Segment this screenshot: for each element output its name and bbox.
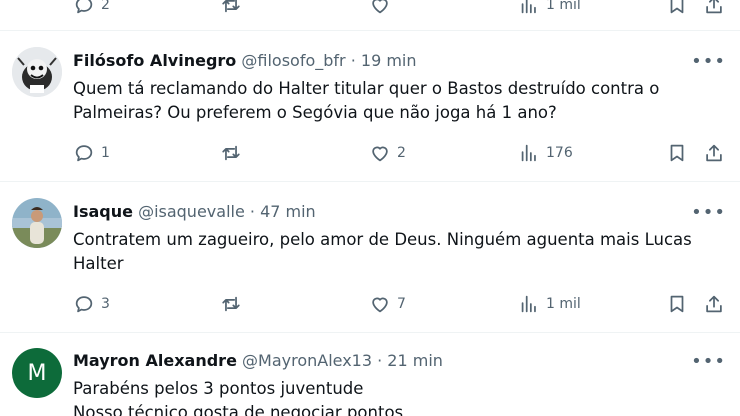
share-button[interactable] bbox=[703, 293, 725, 315]
share-icon bbox=[706, 0, 722, 14]
post[interactable]: M Mayron Alexandre @MayronAlex13 · 21 mi… bbox=[0, 333, 740, 416]
views-button[interactable]: 176 bbox=[518, 142, 573, 164]
views-count: 1 mil bbox=[546, 0, 581, 13]
share-button[interactable] bbox=[703, 0, 725, 16]
reply-count: 1 bbox=[101, 145, 110, 161]
author-handle[interactable]: @filosofo_bfr bbox=[241, 51, 345, 70]
post-header: Filósofo Alvinegro @filosofo_bfr · 19 mi… bbox=[73, 51, 417, 71]
post-time[interactable]: · 47 min bbox=[250, 202, 316, 221]
post-actions: 3 7 1 mil bbox=[73, 293, 733, 315]
repost-button[interactable] bbox=[220, 0, 242, 16]
author-name[interactable]: Mayron Alexandre bbox=[73, 351, 237, 370]
bookmark-button[interactable] bbox=[666, 0, 688, 16]
like-count: 7 bbox=[397, 296, 406, 312]
repost-icon bbox=[222, 296, 240, 312]
avatar[interactable] bbox=[12, 198, 62, 248]
post-text: Quem tá reclamando do Halter titular que… bbox=[73, 79, 660, 122]
more-options-icon[interactable]: ••• bbox=[691, 53, 726, 71]
bookmark-icon bbox=[670, 144, 684, 162]
views-icon bbox=[521, 0, 536, 14]
post-text: Parabéns pelos 3 pontos juventude Nosso … bbox=[73, 377, 713, 416]
post-text-line: Parabéns pelos 3 pontos juventude bbox=[73, 379, 364, 398]
more-options-icon[interactable]: ••• bbox=[691, 204, 726, 222]
author-handle[interactable]: @MayronAlex13 bbox=[242, 351, 372, 370]
author-handle[interactable]: @isaquevalle bbox=[138, 202, 245, 221]
repost-icon bbox=[222, 0, 240, 13]
more-options-icon[interactable]: ••• bbox=[691, 353, 726, 371]
bookmark-button[interactable] bbox=[666, 142, 688, 164]
views-button[interactable]: 1 mil bbox=[518, 0, 581, 16]
bookmark-icon bbox=[670, 295, 684, 313]
reply-icon bbox=[75, 296, 93, 313]
post[interactable]: Filósofo Alvinegro @filosofo_bfr · 19 mi… bbox=[0, 31, 740, 182]
post[interactable]: Isaque @isaquevalle · 47 min ••• Contrat… bbox=[0, 182, 740, 333]
like-icon bbox=[372, 0, 388, 14]
avatar[interactable] bbox=[12, 47, 62, 97]
repost-button[interactable] bbox=[220, 293, 242, 315]
bookmark-button[interactable] bbox=[666, 293, 688, 315]
reply-button[interactable]: 3 bbox=[73, 293, 110, 315]
post-header: Mayron Alexandre @MayronAlex13 · 21 min bbox=[73, 351, 443, 371]
views-count: 1 mil bbox=[546, 296, 581, 312]
post-header: Isaque @isaquevalle · 47 min bbox=[73, 202, 316, 222]
repost-icon bbox=[222, 145, 240, 161]
repost-button[interactable] bbox=[220, 142, 242, 164]
reply-count: 2 bbox=[101, 0, 110, 13]
like-icon bbox=[372, 297, 388, 313]
like-count: 2 bbox=[397, 145, 406, 161]
avatar[interactable]: M bbox=[12, 348, 62, 398]
author-name[interactable]: Isaque bbox=[73, 202, 133, 221]
like-button[interactable] bbox=[369, 0, 391, 16]
reply-icon bbox=[75, 0, 93, 14]
post-text-line: Nosso técnico gosta de negociar pontos bbox=[73, 403, 404, 416]
like-button[interactable]: 7 bbox=[369, 293, 406, 315]
views-count: 176 bbox=[546, 145, 573, 161]
bookmark-icon bbox=[670, 0, 684, 14]
share-button[interactable] bbox=[703, 142, 725, 164]
avatar-letter: M bbox=[27, 360, 47, 386]
post-time[interactable]: · 21 min bbox=[377, 351, 443, 370]
author-name[interactable]: Filósofo Alvinegro bbox=[73, 51, 236, 70]
views-icon bbox=[521, 144, 536, 162]
reply-button[interactable]: 1 bbox=[73, 142, 110, 164]
like-icon bbox=[372, 146, 388, 162]
post-actions: 2 1 mil bbox=[73, 0, 733, 16]
reply-count: 3 bbox=[101, 296, 110, 312]
reply-icon bbox=[75, 145, 93, 162]
post[interactable]: 2 1 mil bbox=[0, 0, 740, 31]
reply-button[interactable]: 2 bbox=[73, 0, 110, 16]
share-icon bbox=[706, 295, 722, 313]
post-time[interactable]: · 19 min bbox=[351, 51, 417, 70]
post-actions: 1 2 176 bbox=[73, 142, 733, 164]
like-button[interactable]: 2 bbox=[369, 142, 406, 164]
post-text: Contratem um zagueiro, pelo amor de Deus… bbox=[73, 230, 692, 273]
views-icon bbox=[521, 295, 536, 313]
views-button[interactable]: 1 mil bbox=[518, 293, 581, 315]
share-icon bbox=[706, 144, 722, 162]
